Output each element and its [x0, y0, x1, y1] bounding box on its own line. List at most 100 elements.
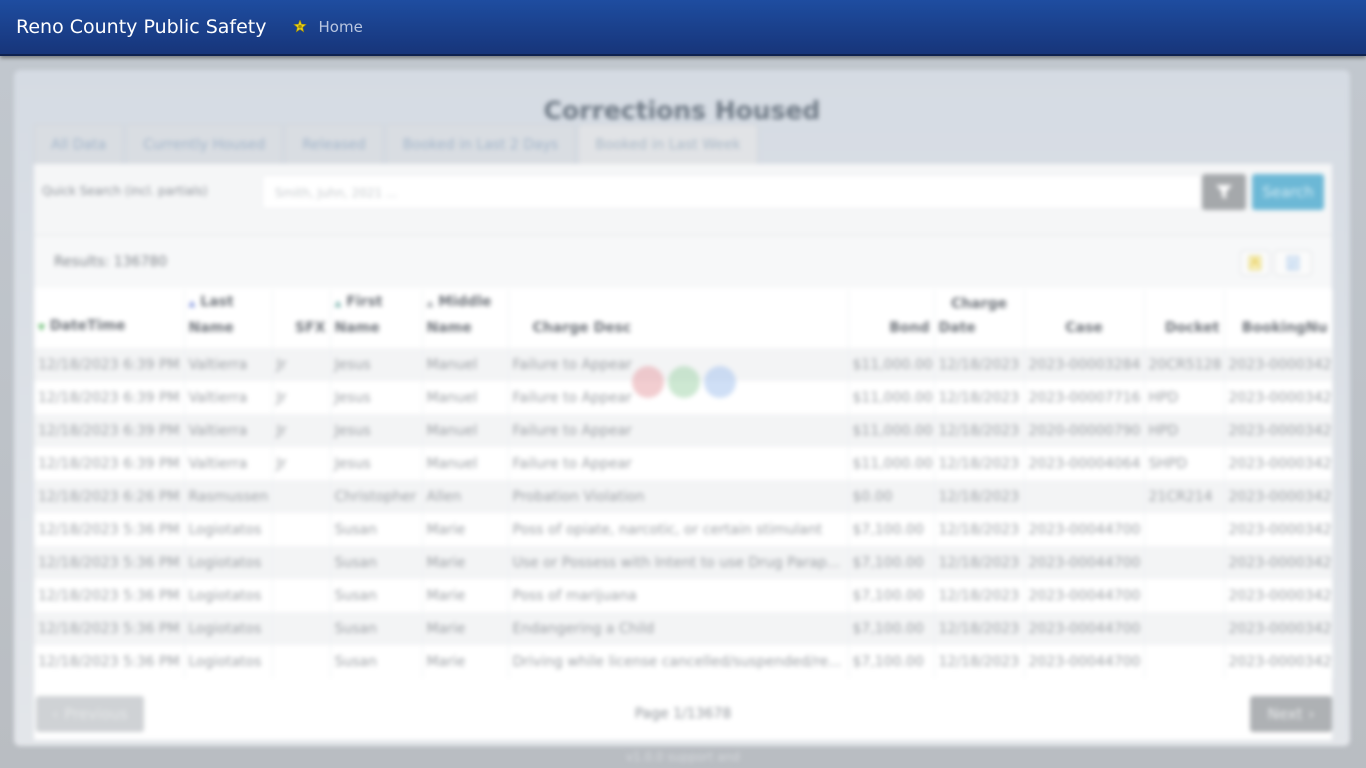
column-header-sfx[interactable]: SFX [272, 290, 331, 348]
cell-last-name: Logiotatos [184, 546, 273, 579]
main-content: Corrections Housed All Data Currently Ho… [0, 58, 1366, 768]
cell-bond: $7,100.00 [848, 645, 935, 678]
cell-middle-name: Marie [422, 579, 509, 612]
cell-first-name: Susan [330, 546, 423, 579]
column-header-booking-number[interactable]: BookingNu [1224, 290, 1333, 348]
cell-first-name: Susan [330, 645, 423, 678]
cell-case: 2023-00044700 [1024, 645, 1145, 678]
column-header-case[interactable]: Case [1024, 290, 1145, 348]
tab-booked-last-2-days[interactable]: Booked in Last 2 Days [385, 124, 576, 164]
tab-released[interactable]: Released [285, 124, 383, 164]
cell-middle-name: Marie [422, 612, 509, 645]
cell-charge-desc: Poss of marijuana [508, 579, 849, 612]
brand-title[interactable]: Reno County Public Safety [16, 16, 267, 38]
cell-middle-name: Marie [422, 513, 509, 546]
cell-bond: $11,000.00 [848, 447, 935, 480]
cell-first-name: Christopher [330, 480, 423, 513]
cell-datetime: 12/18/2023 5:36 PM [34, 513, 185, 546]
cell-first-name: Jesus [330, 447, 423, 480]
table-row[interactable]: 12/18/2023 6:26 PM Rasmussen Christopher Al… [34, 480, 1333, 513]
column-header-charge-date[interactable]: Charge Date [934, 290, 1025, 348]
sort-ascending-icon: ▲ [426, 299, 434, 309]
chevron-right-icon: › [1308, 705, 1315, 723]
cell-charge-desc: Probation Violation [508, 480, 849, 513]
column-header-first-name[interactable]: ▲ First Name [330, 290, 423, 348]
cell-first-name: Jesus [330, 381, 423, 414]
cell-sfx [272, 546, 331, 579]
table-row[interactable]: 12/18/2023 5:36 PM Logiotatos Susan Marie Us… [34, 546, 1333, 579]
filter-icon [1216, 185, 1232, 199]
column-header-datetime[interactable]: ▼ DateTime [34, 290, 185, 348]
table-row[interactable]: 12/18/2023 5:36 PM Logiotatos Susan Marie Po… [34, 513, 1333, 546]
content-panel: Corrections Housed All Data Currently Ho… [14, 70, 1350, 746]
data-card: Quick Search (incl. partials) Smith, Juh… [34, 164, 1333, 740]
table-row[interactable]: 12/18/2023 5:36 PM Logiotatos Susan Marie Dr… [34, 645, 1333, 678]
cell-sfx: Jr [272, 447, 331, 480]
cell-datetime: 12/18/2023 6:39 PM [34, 348, 185, 381]
tab-booked-last-week[interactable]: Booked in Last Week [578, 124, 758, 164]
tab-all-data[interactable]: All Data [34, 124, 124, 164]
cell-docket [1144, 645, 1225, 678]
cell-sfx [272, 579, 331, 612]
cell-booking-number: 2023-0000342 [1224, 579, 1333, 612]
column-header-docket[interactable]: Docket [1144, 290, 1225, 348]
table-row[interactable]: 12/18/2023 5:36 PM Logiotatos Susan Marie Po… [34, 579, 1333, 612]
cell-middle-name: Marie [422, 645, 509, 678]
column-header-last-name[interactable]: ▲ Last Name [184, 290, 273, 348]
cell-case: 2023-00003284 [1024, 348, 1145, 381]
cell-last-name: Valtierra [184, 381, 273, 414]
cell-last-name: Rasmussen [184, 480, 273, 513]
quick-search-input[interactable]: Smith, Juhn, 2021 ... [262, 175, 1202, 209]
cell-booking-number: 2023-0000342 [1224, 645, 1333, 678]
nav-home-link[interactable]: Home [292, 18, 363, 36]
cell-datetime: 12/18/2023 6:39 PM [34, 381, 185, 414]
document-icon [1287, 256, 1299, 270]
page-indicator: Page 1/13678 [634, 706, 732, 722]
cell-docket [1144, 579, 1225, 612]
loading-dot-blue [704, 366, 736, 398]
cell-charge-desc: Driving while license cancelled/suspende… [508, 645, 849, 678]
cell-datetime: 12/18/2023 5:36 PM [34, 612, 185, 645]
table-row[interactable]: 12/18/2023 6:39 PM Valtierra Jr Jesus Manuel… [34, 447, 1333, 480]
search-button[interactable]: Search [1252, 174, 1324, 210]
cell-datetime: 12/18/2023 6:26 PM [34, 480, 185, 513]
pagination: ‹ Previous Page 1/13678 Next › [34, 694, 1332, 740]
cell-datetime: 12/18/2023 6:39 PM [34, 414, 185, 447]
cell-docket: SHPD [1144, 447, 1225, 480]
cell-docket: 20CR5128 [1144, 348, 1225, 381]
cell-datetime: 12/18/2023 5:36 PM [34, 579, 185, 612]
column-header-middle-name[interactable]: ▲ Middle Name [422, 290, 509, 348]
cell-charge-desc: Use or Possess with Intent to use Drug P… [508, 546, 849, 579]
next-button[interactable]: Next › [1250, 696, 1332, 732]
cell-sfx [272, 645, 331, 678]
cell-last-name: Valtierra [184, 414, 273, 447]
export-document-button[interactable] [1274, 250, 1312, 276]
cell-case: 2023-00044700 [1024, 513, 1145, 546]
cell-booking-number: 2023-0000342 [1224, 414, 1333, 447]
results-table: ▼ DateTime ▲ Last Name SFX ▲ First Name … [34, 290, 1333, 678]
cell-case: 2023-00044700 [1024, 579, 1145, 612]
results-row: Results: 136780 [34, 236, 1332, 288]
table-header-row: ▼ DateTime ▲ Last Name SFX ▲ First Name … [34, 290, 1333, 348]
column-header-bond[interactable]: Bond [848, 290, 935, 348]
cell-charge-desc: Endangering a Child [508, 612, 849, 645]
cell-middle-name: Allen [422, 480, 509, 513]
table-row[interactable]: 12/18/2023 5:36 PM Logiotatos Susan Marie En… [34, 612, 1333, 645]
cell-case: 2023-00044700 [1024, 546, 1145, 579]
cell-first-name: Susan [330, 513, 423, 546]
cell-case [1024, 480, 1145, 513]
results-count: Results: 136780 [54, 254, 168, 270]
column-header-charge-desc[interactable]: Charge Desc [508, 290, 849, 348]
cell-booking-number: 2023-0000342 [1224, 348, 1333, 381]
cell-charge-date: 12/18/2023 [934, 447, 1025, 480]
cell-bond: $0.00 [848, 480, 935, 513]
tab-currently-housed[interactable]: Currently Housed [126, 124, 283, 164]
cell-last-name: Logiotatos [184, 645, 273, 678]
table-row[interactable]: 12/18/2023 6:39 PM Valtierra Jr Jesus Manuel… [34, 414, 1333, 447]
cell-docket [1144, 546, 1225, 579]
filter-button[interactable] [1202, 174, 1246, 210]
cell-docket [1144, 612, 1225, 645]
cell-first-name: Jesus [330, 414, 423, 447]
export-pdf-button[interactable] [1240, 250, 1270, 276]
cell-last-name: Valtierra [184, 447, 273, 480]
